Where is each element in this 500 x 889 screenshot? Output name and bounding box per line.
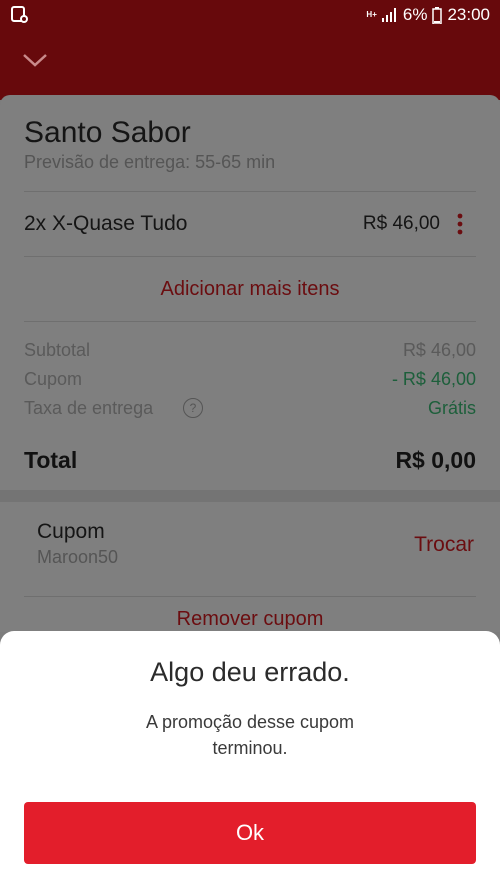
help-icon[interactable]: ? [183,398,203,418]
divider [24,256,476,257]
divider [24,191,476,192]
cart-item-price: R$ 46,00 [362,213,440,234]
total-value: R$ 0,00 [395,447,476,473]
coupon-code: Maroon50 [37,547,119,567]
ok-button-label: Ok [235,820,265,845]
divider [24,596,476,597]
signal-icon [381,8,396,22]
chevron-down-icon[interactable] [22,52,48,68]
clock: 23:00 [447,5,490,24]
more-vertical-icon[interactable] [456,213,464,235]
delivery-fee-value: Grátis [427,398,476,418]
delivery-fee-label: Taxa de entrega [24,398,154,418]
screen-record-icon [11,6,28,23]
ok-button[interactable]: Ok [24,802,476,864]
subtotal-label: Subtotal [24,340,91,360]
network-type-label: H+ [366,10,377,19]
status-right: H+ 6% 23:00 [366,5,490,25]
app-header [0,30,500,100]
status-bar: H+ 6% 23:00 [0,0,500,30]
restaurant-name: Santo Sabor [24,116,191,149]
cart-item-name: 2x X-Quase Tudo [24,212,188,235]
section-separator [0,490,500,502]
total-label: Total [24,447,78,473]
dialog-title: Algo deu errado. [150,657,350,687]
dialog-message: A promoção desse cupom terminou. [145,712,355,758]
change-coupon-button[interactable]: Trocar [414,533,474,557]
delivery-eta: Previsão de entrega: 55-65 min [24,152,276,172]
add-more-items-link[interactable]: Adicionar mais itens [0,278,500,301]
coupon-discount-value: - R$ 46,00 [391,369,476,389]
remove-coupon-button[interactable]: Remover cupom [0,608,500,631]
coupon-title: Cupom [37,520,105,543]
coupon-discount-label: Cupom [24,369,83,389]
battery-icon [432,6,443,24]
battery-percent: 6% [402,5,428,24]
subtotal-value: R$ 46,00 [402,340,476,360]
divider [24,321,476,322]
